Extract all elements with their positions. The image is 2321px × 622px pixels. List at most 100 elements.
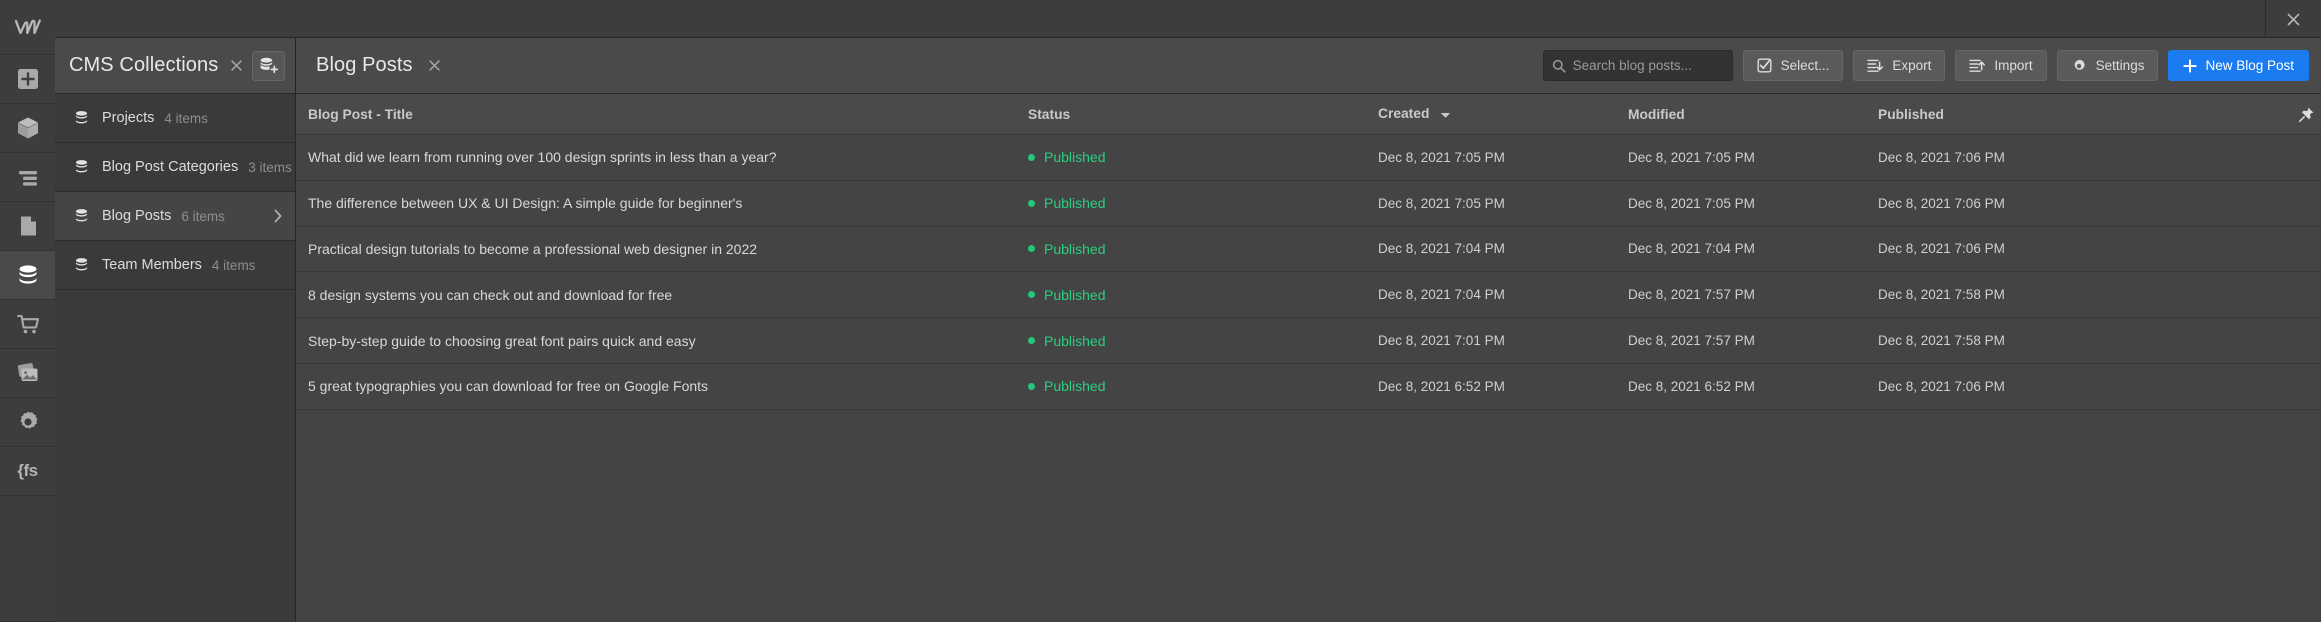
cell-created: Dec 8, 2021 7:04 PM bbox=[1378, 287, 1505, 303]
cell-published: Dec 8, 2021 7:06 PM bbox=[1878, 378, 2005, 394]
cms-database-icon bbox=[73, 110, 90, 126]
left-icon-rail: {fs bbox=[0, 0, 55, 622]
cell-title[interactable]: The difference between UX & UI Design: A… bbox=[308, 195, 1028, 211]
rail-spacer bbox=[0, 496, 55, 622]
table-body: What did we learn from running over 100 … bbox=[296, 135, 2321, 410]
cell-title[interactable]: What did we learn from running over 100 … bbox=[308, 149, 1028, 165]
settings-button[interactable]: Settings bbox=[2056, 50, 2159, 81]
cms-database-icon bbox=[73, 257, 90, 273]
column-header-modified[interactable]: Modified bbox=[1628, 107, 1878, 122]
status-badge: Published bbox=[1044, 195, 1106, 212]
ecommerce-cart-icon bbox=[16, 314, 39, 334]
column-header-status[interactable]: Status bbox=[1028, 107, 1378, 122]
pages-icon bbox=[20, 216, 36, 236]
cell-modified: Dec 8, 2021 7:57 PM bbox=[1628, 333, 1755, 349]
navigator-icon bbox=[18, 171, 37, 186]
rail-item-cms-panel[interactable] bbox=[0, 251, 55, 300]
cell-published: Dec 8, 2021 7:06 PM bbox=[1878, 195, 2005, 211]
column-header-created-label: Created bbox=[1378, 106, 1430, 122]
webflow-logo[interactable] bbox=[0, 0, 55, 55]
webflow-designer-window: {fs CMS Collections Projects 4 items Blo… bbox=[0, 0, 2321, 622]
cell-status: Published bbox=[1028, 333, 1378, 349]
cell-created: Dec 8, 2021 7:05 PM bbox=[1378, 195, 1505, 211]
cms-database-icon bbox=[19, 265, 36, 284]
cms-collections-title: CMS Collections bbox=[69, 54, 219, 76]
cell-published: Dec 8, 2021 7:58 PM bbox=[1878, 333, 2005, 349]
gear-icon bbox=[2074, 59, 2085, 70]
new-collection-button[interactable] bbox=[251, 50, 285, 81]
status-badge: Published bbox=[1044, 332, 1106, 349]
table-row[interactable]: 5 great typographies you can download fo… bbox=[296, 364, 2321, 410]
cell-title[interactable]: 5 great typographies you can download fo… bbox=[308, 378, 1028, 394]
column-header-created[interactable]: Created bbox=[1378, 106, 1628, 122]
cell-created: Dec 8, 2021 6:52 PM bbox=[1378, 378, 1505, 394]
fs-braces-icon: {fs bbox=[17, 461, 38, 480]
chevron-right-icon[interactable] bbox=[273, 209, 283, 223]
page-title: Blog Posts bbox=[316, 54, 413, 76]
select-button[interactable]: Select... bbox=[1742, 50, 1844, 81]
column-header-title[interactable]: Blog Post - Title bbox=[308, 107, 1028, 122]
status-dot-icon bbox=[1028, 153, 1035, 161]
collection-list-item[interactable]: Blog Posts 6 items bbox=[55, 192, 295, 241]
collection-list-item[interactable]: Team Members 4 items bbox=[55, 241, 295, 290]
rail-item-components-panel[interactable] bbox=[0, 104, 55, 153]
cell-modified: Dec 8, 2021 7:05 PM bbox=[1628, 149, 1755, 165]
cell-title[interactable]: Practical design tutorials to become a p… bbox=[308, 241, 1028, 257]
collection-items-panel: Blog Posts Search blog posts... Select..… bbox=[296, 38, 2321, 622]
collection-list-item[interactable]: Projects 4 items bbox=[55, 94, 295, 143]
cell-status: Published bbox=[1028, 149, 1378, 165]
search-input[interactable]: Search blog posts... bbox=[1542, 50, 1733, 81]
status-dot-icon bbox=[1028, 245, 1035, 253]
pin-icon bbox=[2298, 107, 2314, 122]
collection-name: Team Members bbox=[102, 257, 202, 273]
cell-created: Dec 8, 2021 7:01 PM bbox=[1378, 333, 1505, 349]
collection-items-close-button[interactable] bbox=[425, 56, 445, 76]
settings-button-label: Settings bbox=[2095, 58, 2145, 73]
new-blog-post-button[interactable]: New Blog Post bbox=[2168, 50, 2309, 81]
collection-name: Blog Posts bbox=[102, 208, 172, 224]
rail-item-pages-panel[interactable] bbox=[0, 202, 55, 251]
status-dot-icon bbox=[1028, 337, 1035, 345]
rail-item-ecommerce-panel[interactable] bbox=[0, 300, 55, 349]
table-row[interactable]: Step-by-step guide to choosing great fon… bbox=[296, 318, 2321, 364]
search-placeholder: Search blog posts... bbox=[1572, 58, 1692, 73]
export-button[interactable]: Export bbox=[1853, 50, 1946, 81]
rail-item-settings-panel[interactable] bbox=[0, 398, 55, 447]
cell-status: Published bbox=[1028, 378, 1378, 394]
window-close-button[interactable] bbox=[2266, 0, 2321, 38]
window-topbar bbox=[55, 0, 2321, 38]
import-button[interactable]: Import bbox=[1955, 50, 2047, 81]
cell-modified: Dec 8, 2021 6:52 PM bbox=[1628, 378, 1755, 394]
table-row[interactable]: What did we learn from running over 100 … bbox=[296, 135, 2321, 181]
collection-item-count: 3 items bbox=[248, 159, 292, 175]
cell-title[interactable]: Step-by-step guide to choosing great fon… bbox=[308, 333, 1028, 349]
cell-status: Published bbox=[1028, 287, 1378, 303]
pin-column-button[interactable] bbox=[2275, 106, 2315, 123]
search-icon bbox=[1552, 59, 1566, 73]
export-button-label: Export bbox=[1892, 58, 1932, 73]
import-button-label: Import bbox=[1994, 58, 2033, 73]
rail-item-navigator-panel[interactable] bbox=[0, 153, 55, 202]
add-element-icon bbox=[17, 69, 38, 89]
rail-item-fs-panel[interactable]: {fs bbox=[0, 447, 55, 496]
cell-status: Published bbox=[1028, 195, 1378, 211]
cell-published: Dec 8, 2021 7:58 PM bbox=[1878, 287, 2005, 303]
close-icon bbox=[2287, 12, 2300, 26]
column-header-published[interactable]: Published bbox=[1878, 107, 2275, 122]
collection-toolbar: Search blog posts... Select... Export Im… bbox=[1542, 50, 2309, 81]
cell-modified: Dec 8, 2021 7:04 PM bbox=[1628, 241, 1755, 257]
cms-database-icon bbox=[73, 208, 90, 224]
rail-item-add-panel[interactable] bbox=[0, 55, 55, 104]
cms-collections-close-button[interactable] bbox=[227, 56, 245, 76]
rail-item-assets-panel[interactable] bbox=[0, 349, 55, 398]
cell-title[interactable]: 8 design systems you can check out and d… bbox=[308, 287, 1028, 303]
table-row[interactable]: Practical design tutorials to become a p… bbox=[296, 227, 2321, 273]
collection-list-item[interactable]: Blog Post Categories 3 items bbox=[55, 143, 295, 192]
table-row[interactable]: The difference between UX & UI Design: A… bbox=[296, 181, 2321, 227]
gear-icon bbox=[20, 411, 37, 429]
cell-modified: Dec 8, 2021 7:57 PM bbox=[1628, 287, 1755, 303]
export-down-icon bbox=[1867, 59, 1884, 72]
cell-created: Dec 8, 2021 7:04 PM bbox=[1378, 241, 1505, 257]
webflow-logo-icon bbox=[14, 19, 41, 35]
table-row[interactable]: 8 design systems you can check out and d… bbox=[296, 272, 2321, 319]
